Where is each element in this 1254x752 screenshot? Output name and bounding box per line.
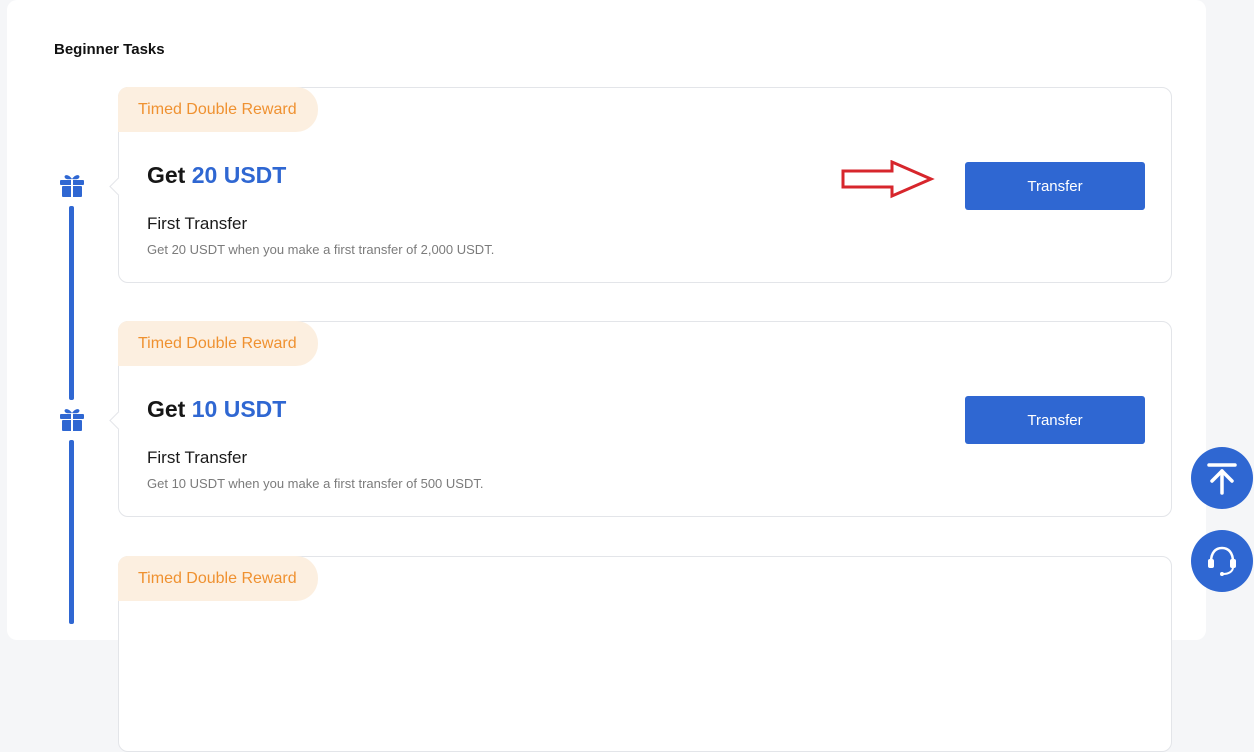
timed-double-reward-badge: Timed Double Reward	[118, 87, 318, 132]
scroll-to-top-button[interactable]	[1191, 447, 1253, 509]
timeline-line	[69, 206, 74, 400]
gift-icon	[59, 406, 85, 432]
task-card: Timed Double Reward Get 20 USDT First Tr…	[109, 87, 1172, 283]
headset-support-icon	[1208, 546, 1236, 576]
timed-double-reward-badge: Timed Double Reward	[118, 321, 318, 366]
reward-amount: 20 USDT	[191, 162, 287, 188]
customer-support-button[interactable]	[1191, 530, 1253, 592]
timed-double-reward-badge: Timed Double Reward	[118, 556, 318, 601]
reward-title: Get 20 USDT	[147, 162, 286, 189]
task-name: First Transfer	[147, 214, 248, 233]
section-title: Beginner Tasks	[54, 41, 165, 58]
timeline-line	[69, 440, 74, 624]
arrow-up-to-top-icon	[1207, 463, 1237, 495]
gift-icon	[59, 172, 85, 198]
task-description: Get 20 USDT when you make a first transf…	[147, 242, 495, 257]
reward-title: Get 10 USDT	[147, 396, 286, 423]
transfer-button[interactable]: Transfer	[965, 396, 1145, 444]
reward-amount: 10 USDT	[191, 396, 287, 422]
reward-prefix: Get	[147, 396, 192, 422]
annotation-arrow-icon	[841, 160, 935, 199]
card-pointer	[109, 177, 128, 196]
task-description: Get 10 USDT when you make a first transf…	[147, 476, 484, 491]
task-name: First Transfer	[147, 448, 248, 467]
beginner-tasks-panel: Beginner Tasks Timed Double Reward Get 2…	[7, 0, 1206, 752]
card-pointer	[109, 411, 128, 430]
task-card: Timed Double Reward	[118, 556, 1172, 752]
task-card: Timed Double Reward Get 10 USDT First Tr…	[109, 321, 1172, 517]
transfer-button[interactable]: Transfer	[965, 162, 1145, 210]
reward-prefix: Get	[147, 162, 192, 188]
